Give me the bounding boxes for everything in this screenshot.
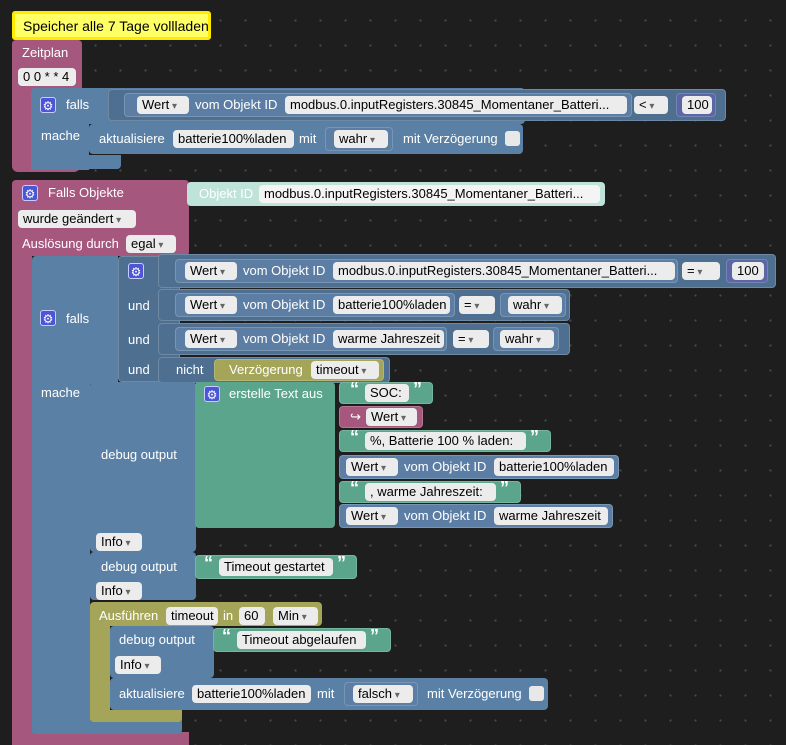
delay-value-field[interactable]: 60	[239, 607, 265, 625]
debug-label: debug output	[101, 559, 177, 574]
text-field[interactable]: Timeout gestartet	[219, 558, 333, 576]
changed-dropdown[interactable]: wurde geändert	[18, 210, 136, 228]
cron-field[interactable]: 0 0 * * 4	[18, 68, 76, 86]
variable-dropdown[interactable]: Wert	[366, 408, 417, 426]
schedule-if-bottom	[31, 155, 121, 169]
quote-icon: “	[222, 626, 231, 646]
if-label: falls	[66, 97, 90, 112]
gear-icon[interactable]: ⚙	[204, 386, 220, 402]
object-id-field[interactable]: warme Jahreszeit	[494, 507, 608, 525]
timeout-name-field[interactable]: timeout	[166, 607, 218, 625]
timeout-name-dropdown[interactable]: timeout	[311, 361, 379, 379]
number-field[interactable]: 100	[732, 262, 764, 280]
text-join-label: erstelle Text aus	[229, 386, 323, 401]
quote-end-icon: ”	[500, 478, 509, 498]
operator-dropdown[interactable]: =	[682, 262, 720, 280]
from-object-label: vom Objekt ID	[404, 508, 487, 523]
quote-icon: “	[204, 553, 213, 573]
number-field[interactable]: 100	[682, 96, 712, 114]
timeout-block-bottom	[90, 710, 182, 722]
trigger-if-side	[32, 380, 90, 733]
text-join-block[interactable]	[195, 382, 335, 528]
value-dropdown[interactable]: Wert	[185, 330, 237, 348]
object-id-field[interactable]: batterie100%laden	[494, 458, 614, 476]
if-label: falls	[66, 311, 90, 326]
log-level-dropdown[interactable]: Info	[96, 582, 142, 600]
value-dropdown[interactable]: Wert	[346, 458, 398, 476]
operator-dropdown[interactable]: =	[453, 330, 489, 348]
operator-dropdown[interactable]: <	[634, 96, 668, 114]
with-label: mit	[299, 131, 317, 146]
and-label: und	[128, 362, 150, 377]
trigger-block-side	[12, 250, 32, 740]
from-object-label: vom Objekt ID	[243, 331, 326, 346]
update-label: aktualisiere	[99, 131, 165, 146]
text-field[interactable]: SOC:	[365, 384, 409, 402]
delay-label: mit Verzögerung	[403, 131, 498, 146]
text-field[interactable]: , warme Jahreszeit:	[365, 483, 496, 501]
trigger-object-id-field[interactable]: modbus.0.inputRegisters.30845_Momentaner…	[259, 185, 600, 203]
value-dropdown[interactable]: Wert	[137, 96, 189, 114]
quote-icon: “	[350, 478, 359, 498]
bool-dropdown[interactable]: wahr	[334, 130, 388, 148]
delay-running-label: Verzögerung	[229, 362, 303, 377]
log-level-dropdown[interactable]: Info	[115, 656, 161, 674]
from-object-label: vom Objekt ID	[404, 459, 487, 474]
unit-dropdown[interactable]: Min	[273, 607, 318, 625]
schedule-label: Zeitplan	[22, 45, 69, 60]
variable-icon: ↪	[350, 409, 361, 424]
debug-label: debug output	[119, 632, 195, 647]
quote-end-icon: ”	[413, 379, 422, 399]
quote-end-icon: ”	[370, 626, 379, 646]
quote-icon: “	[350, 379, 359, 399]
text-field[interactable]: %, Batterie 100 % laden:	[365, 432, 526, 450]
do-label: mache	[41, 385, 81, 400]
from-object-label: vom Objekt ID	[243, 263, 326, 278]
object-id-field[interactable]: modbus.0.inputRegisters.30845_Momentaner…	[333, 262, 675, 280]
bool-dropdown[interactable]: wahr	[508, 296, 562, 314]
trigger-label: Falls Objekte	[48, 185, 124, 200]
in-label: in	[223, 608, 234, 623]
quote-end-icon: ”	[530, 427, 539, 447]
value-dropdown[interactable]: Wert	[346, 507, 398, 525]
debug-block-1[interactable]	[90, 382, 196, 552]
do-label: mache	[41, 128, 81, 143]
not-label: nicht	[176, 362, 204, 377]
debug-label: debug output	[101, 447, 177, 462]
gear-icon[interactable]: ⚙	[22, 185, 38, 201]
execute-label: Ausführen	[99, 608, 159, 623]
object-id-field[interactable]: warme Jahreszeit	[333, 330, 444, 348]
from-object-label: vom Objekt ID	[195, 97, 278, 112]
value-dropdown[interactable]: Wert	[185, 262, 237, 280]
and-label: und	[128, 298, 150, 313]
update-label: aktualisiere	[119, 686, 185, 701]
from-object-label: vom Objekt ID	[243, 297, 326, 312]
timeout-block-side	[90, 620, 110, 720]
delay-checkbox[interactable]	[505, 131, 520, 146]
object-id-field[interactable]: batterie100%laden	[333, 296, 450, 314]
quote-end-icon: ”	[337, 553, 346, 573]
comment-text: Speicher alle 7 Tage vollladen	[23, 18, 209, 34]
bool-dropdown[interactable]: falsch	[353, 685, 413, 703]
gear-icon[interactable]: ⚙	[128, 263, 144, 279]
bool-dropdown[interactable]: wahr	[500, 330, 554, 348]
variable-field[interactable]: batterie100%laden	[173, 130, 294, 148]
log-level-dropdown[interactable]: Info	[96, 533, 142, 551]
with-label: mit	[317, 686, 335, 701]
text-field[interactable]: Timeout abgelaufen	[237, 631, 366, 649]
comment-block[interactable]: Speicher alle 7 Tage vollladen	[12, 11, 211, 40]
variable-field[interactable]: batterie100%laden	[192, 685, 311, 703]
cause-dropdown[interactable]: egal	[126, 235, 176, 253]
delay-label: mit Verzögerung	[427, 686, 522, 701]
value-dropdown[interactable]: Wert	[185, 296, 237, 314]
and-label: und	[128, 332, 150, 347]
gear-icon[interactable]: ⚙	[40, 97, 56, 113]
delay-checkbox[interactable]	[529, 686, 544, 701]
object-id-field[interactable]: modbus.0.inputRegisters.30845_Momentaner…	[285, 96, 627, 114]
quote-icon: “	[350, 427, 359, 447]
object-id-label: Objekt ID	[199, 186, 254, 201]
cause-label: Auslösung durch	[22, 236, 119, 251]
gear-icon[interactable]: ⚙	[40, 310, 56, 326]
operator-dropdown[interactable]: =	[459, 296, 495, 314]
